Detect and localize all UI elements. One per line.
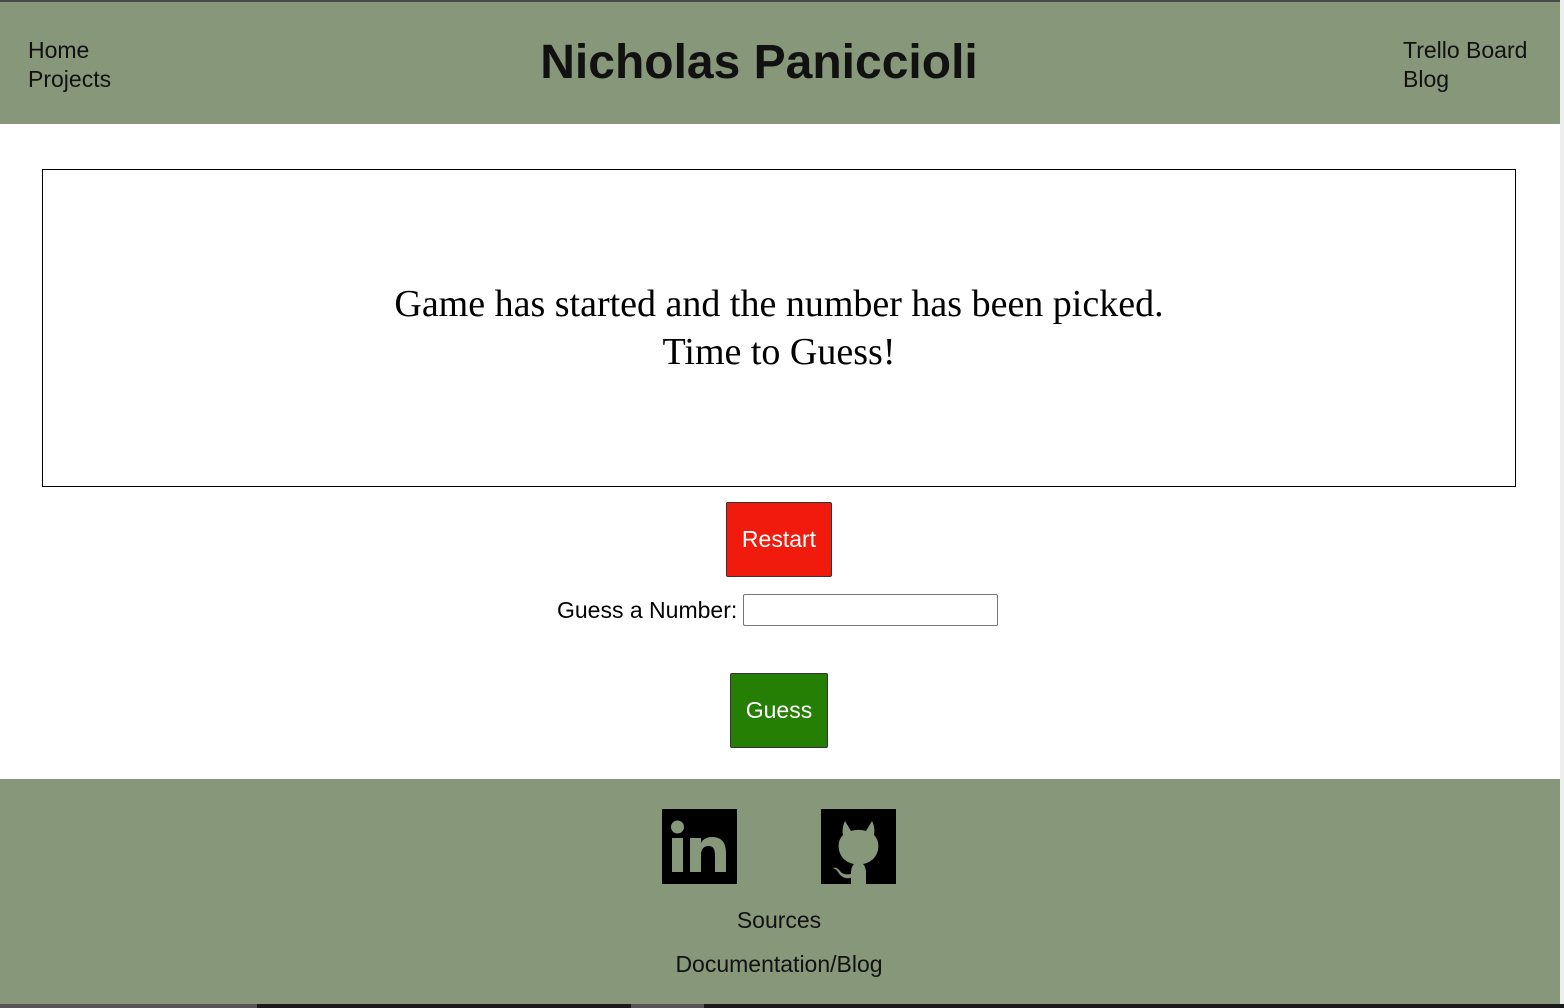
nav-link-trello-board[interactable]: Trello Board (1403, 36, 1527, 65)
footer-link-documentation-blog[interactable]: Documentation/Blog (0, 950, 1558, 978)
game-message-line2: Time to Guess! (662, 331, 896, 373)
guess-number-label: Guess a Number: (557, 597, 738, 623)
linkedin-icon[interactable] (662, 809, 737, 884)
site-title: Nicholas Paniccioli (540, 36, 978, 89)
window-right-edge (1560, 0, 1564, 1008)
site-header: Home Projects Nicholas Paniccioli Trello… (0, 2, 1560, 124)
nav-right: Trello Board Blog (1403, 36, 1527, 94)
nav-link-blog[interactable]: Blog (1403, 65, 1527, 94)
github-icon[interactable] (821, 809, 896, 884)
site-footer: Sources Documentation/Blog (0, 779, 1560, 1004)
guess-button[interactable]: Guess (730, 673, 828, 748)
game-message-line1: Game has started and the number has been… (394, 283, 1164, 325)
guess-row: Guess a Number: (557, 594, 999, 626)
guess-number-input[interactable] (743, 594, 999, 626)
window-bottom-segment (0, 1004, 257, 1008)
page: Home Projects Nicholas Paniccioli Trello… (0, 0, 1564, 1008)
window-bottom-segment (631, 1004, 704, 1008)
footer-link-sources[interactable]: Sources (0, 906, 1558, 934)
restart-button[interactable]: Restart (726, 502, 832, 577)
game-message-box: Game has started and the number has been… (42, 169, 1516, 487)
